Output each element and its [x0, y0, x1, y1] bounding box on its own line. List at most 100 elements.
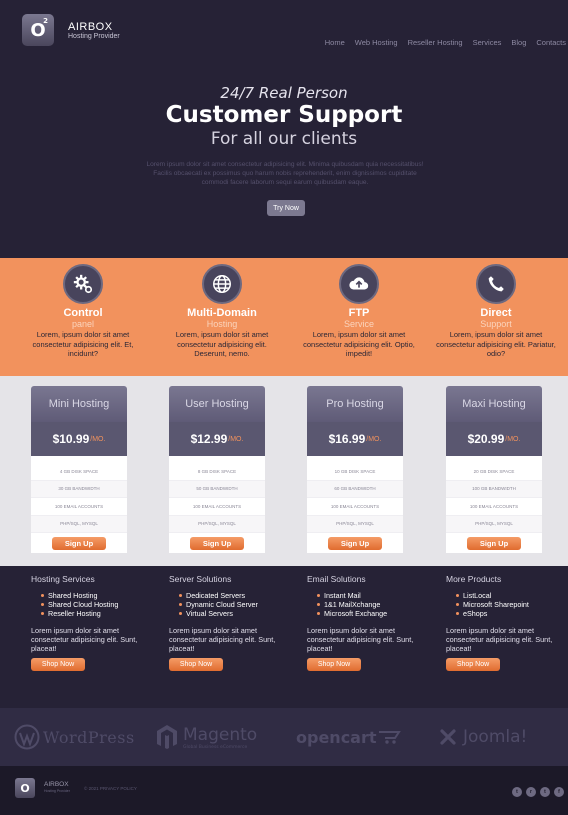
plan-feature: PHP/SQL, MYSQL	[169, 515, 265, 533]
plan-feature: PHP/SQL, MYSQL	[446, 515, 542, 533]
service-column: More Products ListLocal Microsoft Sharep…	[446, 574, 564, 671]
cloud-upload-icon	[339, 264, 379, 304]
shop-now-button[interactable]: Shop Now	[446, 658, 500, 671]
plan-name: Pro Hosting	[307, 386, 403, 422]
service-column: Hosting Services Shared Hosting Shared C…	[31, 574, 149, 671]
service-link[interactable]: Microsoft Sharepoint	[456, 600, 564, 609]
plan-feature: 8 GB DISK SPACE	[169, 463, 265, 481]
plan-feature: 100 EMAIL ACCOUNTS	[307, 498, 403, 516]
plan-feature: 10 GB DISK SPACE	[307, 463, 403, 481]
feature-text: Lorem, ipsum dolor sit amet consectetur …	[32, 330, 134, 358]
plan-feature: 30 GB BANDWIDTH	[31, 480, 127, 498]
feature-direct-support: Direct Support Lorem, ipsum dolor sit am…	[436, 258, 556, 359]
brand-logo[interactable]: O2 AIRBOX Hosting Provider	[22, 14, 120, 46]
plan-card: Mini Hosting $10.99/MO. 4 GB DISK SPACE …	[31, 386, 127, 553]
service-link[interactable]: Shared Hosting	[41, 591, 149, 600]
service-title: Email Solutions	[307, 574, 366, 584]
magento-icon	[157, 725, 177, 749]
nav-services[interactable]: Services	[473, 38, 502, 47]
joomla-icon	[440, 729, 456, 745]
nav-reseller-hosting[interactable]: Reseller Hosting	[408, 38, 463, 47]
plan-feature: 100 GB BANDWIDTH	[446, 480, 542, 498]
shop-now-button[interactable]: Shop Now	[307, 658, 361, 671]
shop-now-button[interactable]: Shop Now	[31, 658, 85, 671]
service-title: Server Solutions	[169, 574, 232, 584]
sign-up-button[interactable]: Sign Up	[190, 536, 244, 550]
plan-feature: 50 GB BANDWIDTH	[169, 480, 265, 498]
feature-multi-domain: Multi-Domain Hosting Lorem, ipsum dolor …	[162, 258, 282, 359]
opencart-icon	[378, 731, 401, 744]
tumblr-icon[interactable]: t	[540, 787, 550, 797]
service-title: More Products	[446, 574, 502, 584]
feature-subtitle: Support	[480, 319, 512, 329]
footer-brand-tagline: Hosting Provider	[44, 789, 70, 793]
footer-logo-mark[interactable]: O	[15, 778, 35, 798]
plan-card: User Hosting $12.99/MO. 8 GB DISK SPACE …	[169, 386, 265, 553]
service-text: Lorem ipsum dolor sit amet consectetur a…	[307, 626, 414, 653]
brand-name: AIRBOX	[68, 20, 113, 33]
partner-name: Joomla!	[463, 727, 528, 747]
joomla-logo[interactable]: Joomla!	[436, 708, 527, 766]
hero-headline: Customer Support	[165, 102, 403, 128]
hero-line-3: For all our clients	[210, 129, 358, 149]
plan-feature: 20 GB DISK SPACE	[446, 463, 542, 481]
sign-up-button[interactable]: Sign Up	[52, 536, 106, 550]
service-link[interactable]: Dedicated Servers	[179, 591, 287, 600]
plan-feature: 4 GB DISK SPACE	[31, 463, 127, 481]
phone-icon	[476, 264, 516, 304]
feature-text: Lorem, ipsum dolor sit amet consectetur …	[175, 330, 269, 358]
facebook-icon[interactable]: f	[554, 787, 564, 797]
footer-copyright: © 2021 PRIVACY POLICY	[84, 786, 137, 791]
sign-up-button[interactable]: Sign Up	[467, 536, 521, 550]
hero-section: O2 AIRBOX Hosting Provider Home Web Host…	[0, 0, 568, 258]
hero-paragraph: Lorem ipsum dolor sit amet consectetur a…	[146, 161, 424, 186]
try-now-button[interactable]: Try Now	[267, 200, 305, 216]
plan-price: $10.99/MO.	[31, 422, 127, 456]
brand-tagline: Hosting Provider	[68, 32, 120, 40]
feature-text: Lorem, ipsum dolor sit amet consectetur …	[436, 330, 556, 358]
feature-subtitle: Hosting	[206, 319, 238, 329]
partner-tagline: Global Business eCommerce	[183, 744, 248, 750]
plan-name: User Hosting	[169, 386, 265, 422]
service-link[interactable]: ListLocal	[456, 591, 564, 600]
sign-up-button[interactable]: Sign Up	[328, 536, 382, 550]
service-link[interactable]: Instant Mail	[317, 591, 425, 600]
footer-brand-name: AIRBOX	[44, 781, 69, 788]
magento-logo[interactable]: Magento Global Business eCommerce	[155, 708, 257, 766]
wordpress-logo[interactable]: WordPress	[14, 708, 135, 766]
service-link[interactable]: eShops	[456, 609, 564, 618]
service-link[interactable]: Shared Cloud Hosting	[41, 600, 149, 609]
twitter-icon[interactable]: t	[512, 787, 522, 797]
partner-name: opencart	[296, 727, 377, 747]
shop-now-button[interactable]: Shop Now	[169, 658, 223, 671]
feature-title: Multi-Domain	[187, 307, 257, 319]
service-link[interactable]: Virtual Servers	[179, 609, 287, 618]
page: O2 AIRBOX Hosting Provider Home Web Host…	[0, 0, 568, 815]
pricing-section: Mini Hosting $10.99/MO. 4 GB DISK SPACE …	[0, 376, 568, 566]
social-links: t r t f	[512, 787, 564, 797]
plan-feature: 100 EMAIL ACCOUNTS	[169, 498, 265, 516]
feature-title: Direct	[480, 307, 512, 319]
service-title: Hosting Services	[31, 574, 95, 584]
plan-price: $20.99/MO.	[446, 422, 542, 456]
service-link[interactable]: Microsoft Exchange	[317, 609, 425, 618]
service-column: Server Solutions Dedicated Servers Dynam…	[169, 574, 287, 671]
feature-text: Lorem, ipsum dolor sit amet consectetur …	[303, 330, 415, 358]
gears-icon	[63, 264, 103, 304]
service-column: Email Solutions Instant Mail 1&1 MailXch…	[307, 574, 425, 671]
nav-web-hosting[interactable]: Web Hosting	[355, 38, 398, 47]
nav-blog[interactable]: Blog	[511, 38, 526, 47]
opencart-logo[interactable]: opencart	[296, 708, 403, 766]
feature-control-panel: Control panel Lorem, ipsum dolor sit ame…	[23, 258, 143, 359]
service-link[interactable]: Reseller Hosting	[41, 609, 149, 618]
plan-feature: 60 GB BANDWIDTH	[307, 480, 403, 498]
nav-home[interactable]: Home	[325, 38, 345, 47]
plan-feature: PHP/SQL, MYSQL	[307, 515, 403, 533]
service-link[interactable]: 1&1 MailXchange	[317, 600, 425, 609]
nav-contacts[interactable]: Contacts	[536, 38, 566, 47]
service-text: Lorem ipsum dolor sit amet consectetur a…	[446, 626, 553, 653]
rss-icon[interactable]: r	[526, 787, 536, 797]
service-link[interactable]: Dynamic Cloud Server	[179, 600, 287, 609]
services-section: Hosting Services Shared Hosting Shared C…	[0, 566, 568, 706]
service-text: Lorem ipsum dolor sit amet consectetur a…	[169, 626, 276, 653]
